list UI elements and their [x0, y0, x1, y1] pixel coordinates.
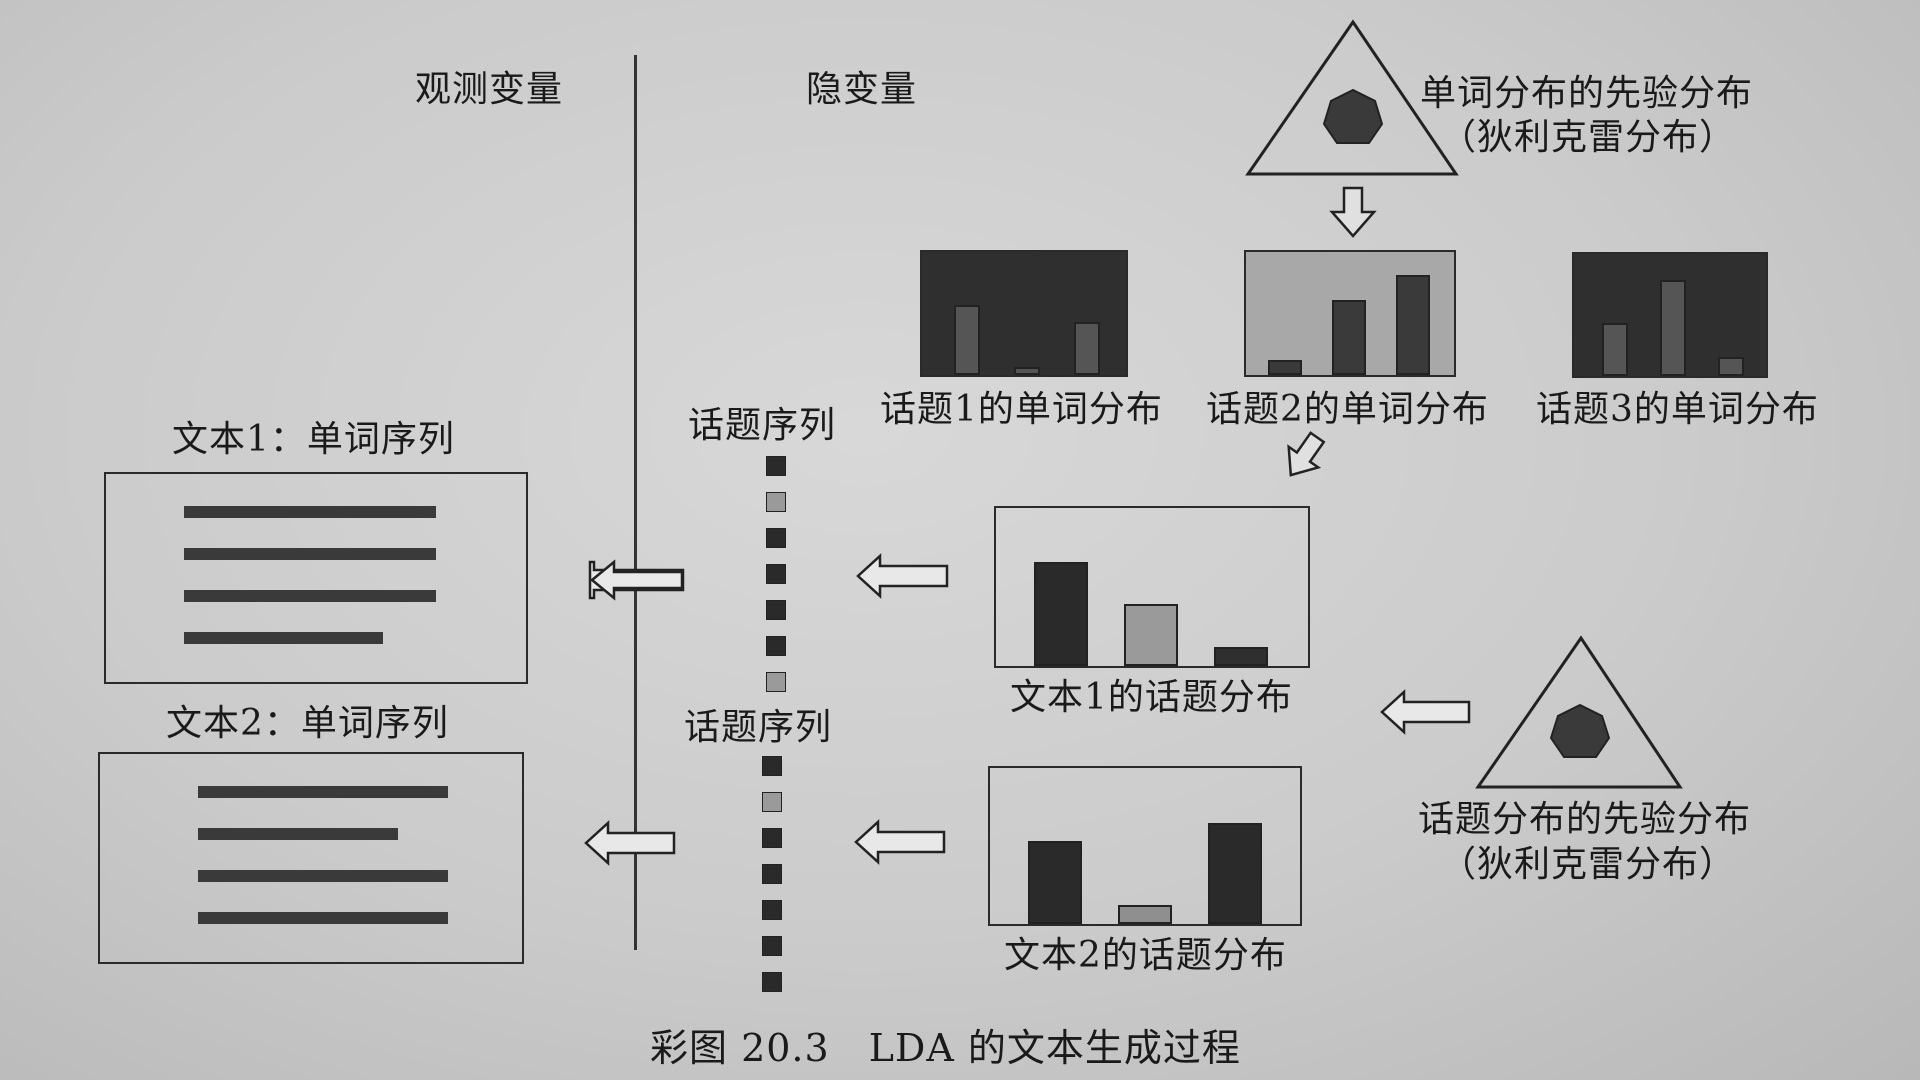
word-prior-sublabel: （狄利克雷分布） — [1440, 117, 1737, 158]
doc2-topic-dist-label: 文本2的话题分布 — [1004, 935, 1287, 976]
doc2-word-sequence-box — [98, 752, 524, 964]
topic-square-dark — [762, 936, 782, 956]
distribution-bar — [1014, 367, 1040, 375]
topic-square-dark — [762, 756, 782, 776]
topic-square-dark — [766, 564, 786, 584]
doc1-topic-dist-box — [994, 506, 1310, 668]
topic3-word-dist-label: 话题3的单词分布 — [1536, 389, 1819, 430]
distribution-bar — [1118, 905, 1172, 924]
topic-prior-label: 话题分布的先验分布 — [1418, 799, 1752, 840]
distribution-bar — [1602, 323, 1628, 376]
topic-square-light — [766, 492, 786, 512]
word-prior-label: 单词分布的先验分布 — [1420, 73, 1754, 114]
topic2-word-dist-label: 话题2的单词分布 — [1206, 389, 1489, 430]
topic-square-dark — [762, 900, 782, 920]
distribution-bar — [1074, 322, 1100, 375]
word-line — [184, 590, 436, 602]
word-line — [184, 632, 384, 644]
topic-sequence-2-label: 话题序列 — [684, 707, 833, 748]
arrow-left-icon-2 — [856, 553, 949, 599]
distribution-bar — [1208, 823, 1262, 924]
distribution-bar — [1332, 300, 1366, 375]
figure-caption: 彩图 20.3 LDA 的文本生成过程 — [650, 1026, 1241, 1070]
distribution-bar — [1718, 357, 1744, 376]
down-arrow-icon — [1329, 186, 1377, 238]
topic-square-light — [766, 672, 786, 692]
topic-square-dark — [766, 456, 786, 476]
topic-prior-sublabel: （狄利克雷分布） — [1440, 844, 1737, 885]
topic-square-dark — [762, 828, 782, 848]
doc2-sequence-label: 文本2：单词序列 — [166, 703, 449, 744]
doc2-topic-dist-box — [988, 766, 1302, 926]
distribution-bar — [1660, 280, 1686, 376]
doc1-word-sequence-box — [104, 472, 528, 684]
topic3-word-dist-box — [1572, 252, 1768, 378]
doc1-sequence-label: 文本1：单词序列 — [172, 419, 455, 460]
distribution-bar — [1124, 604, 1178, 666]
topic2-word-dist-box — [1244, 250, 1456, 377]
word-line — [198, 786, 448, 798]
arrow-left-icon-4 — [854, 819, 946, 865]
doc1-topic-dist-label: 文本1的话题分布 — [1010, 677, 1293, 718]
word-prior-heptagon — [1322, 88, 1384, 144]
topic-prior-heptagon — [1549, 703, 1611, 758]
word-line — [184, 506, 436, 518]
word-line — [198, 828, 398, 840]
lda-diagram: 观测变量 隐变量 单词分布的先验分布 （狄利克雷分布） 话题分布的先验分布 （狄… — [0, 0, 1920, 1080]
word-line — [184, 548, 436, 560]
arrow-left-icon-1-head — [590, 559, 684, 601]
topic-square-dark — [762, 972, 782, 992]
topic1-word-dist-box — [920, 250, 1128, 377]
word-line — [198, 912, 448, 924]
topic1-word-dist-label: 话题1的单词分布 — [880, 389, 1163, 430]
topic-sequence-1-label: 话题序列 — [688, 405, 837, 446]
distribution-bar — [1028, 841, 1082, 924]
distribution-bar — [1268, 360, 1302, 375]
topic-square-dark — [766, 636, 786, 656]
arrow-left-icon-3 — [1380, 689, 1471, 735]
topic-square-dark — [766, 600, 786, 620]
topic-square-dark — [766, 528, 786, 548]
distribution-bar — [1396, 275, 1430, 375]
word-line — [198, 870, 448, 882]
arrow-left-icon-5 — [584, 820, 676, 866]
diagonal-arrow-icon — [1287, 431, 1326, 477]
topic-square-dark — [762, 864, 782, 884]
distribution-bar — [1034, 562, 1088, 666]
distribution-bar — [1214, 647, 1268, 666]
distribution-bar — [954, 305, 980, 375]
topic-square-light — [762, 792, 782, 812]
